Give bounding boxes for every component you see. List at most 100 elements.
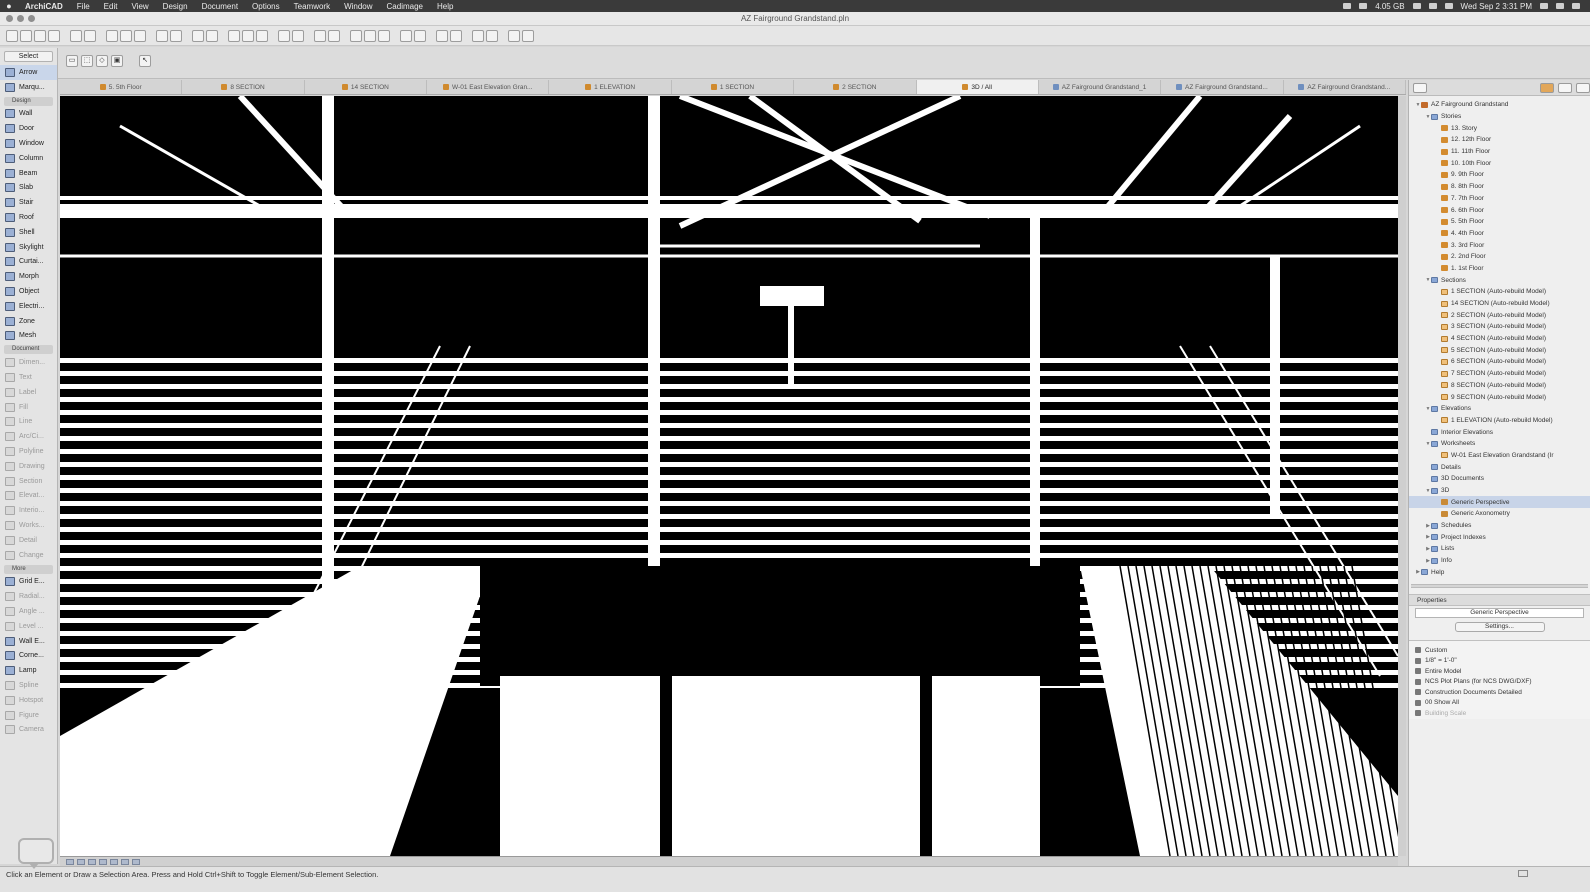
tree-item[interactable]: 5 SECTION (Auto-rebuild Model): [1409, 344, 1590, 356]
tool-figure[interactable]: Figure: [0, 708, 57, 723]
navigator-splitter[interactable]: [1411, 584, 1588, 589]
tool-zone[interactable]: Zone: [0, 314, 57, 329]
settings-icon[interactable]: [508, 29, 520, 42]
tree-item[interactable]: 10. 10th Floor: [1409, 157, 1590, 169]
view-map-icon[interactable]: [1540, 82, 1554, 93]
tree-item[interactable]: ▶ Lists: [1409, 543, 1590, 555]
camera-icon[interactable]: [364, 29, 376, 42]
tree-item[interactable]: 4. 4th Floor: [1409, 228, 1590, 240]
new-file-icon[interactable]: [6, 29, 18, 42]
tree-item[interactable]: Generic Axonometry: [1409, 508, 1590, 520]
tree-item[interactable]: 13. Story: [1409, 122, 1590, 134]
tool-elevat[interactable]: Elevat...: [0, 489, 57, 504]
layout-book-icon[interactable]: [1558, 82, 1572, 93]
tool-marqu[interactable]: Marqu...: [0, 80, 57, 95]
print-icon[interactable]: [48, 29, 60, 42]
tree-item[interactable]: ▶ Schedules: [1409, 520, 1590, 532]
grid-icon[interactable]: [242, 29, 254, 42]
view-setting-row[interactable]: Custom: [1409, 645, 1590, 656]
arrow-icon[interactable]: [156, 29, 168, 42]
tool-works[interactable]: Works...: [0, 518, 57, 533]
menu-view[interactable]: View: [124, 2, 155, 11]
menu-teamwork[interactable]: Teamwork: [287, 2, 337, 11]
view-tab[interactable]: AZ Fairground Grandstand...: [1161, 80, 1284, 94]
layer-icon[interactable]: [256, 29, 268, 42]
tool-arc-ci[interactable]: Arc/Ci...: [0, 429, 57, 444]
tool-polyline[interactable]: Polyline: [0, 444, 57, 459]
tool-interio[interactable]: Interio...: [0, 503, 57, 518]
tool-lamp[interactable]: Lamp: [0, 663, 57, 678]
tree-item[interactable]: 9 SECTION (Auto-rebuild Model): [1409, 391, 1590, 403]
tool-corne[interactable]: Corne...: [0, 648, 57, 663]
publisher-sets-icon[interactable]: [1576, 82, 1590, 93]
tree-item[interactable]: 7 SECTION (Auto-rebuild Model): [1409, 368, 1590, 380]
tool-arrow[interactable]: Arrow: [0, 65, 57, 80]
settings-button[interactable]: Settings...: [1454, 622, 1545, 633]
tree-item[interactable]: 7. 7th Floor: [1409, 193, 1590, 205]
fit-in-window-icon[interactable]: [88, 858, 96, 865]
measure-icon[interactable]: [328, 29, 340, 42]
menu-help[interactable]: Help: [430, 2, 460, 11]
pet-palette-icon[interactable]: [314, 29, 326, 42]
save-icon[interactable]: [34, 29, 46, 42]
tool-window[interactable]: Window: [0, 136, 57, 151]
zoom-in-icon[interactable]: [66, 858, 74, 865]
tree-item[interactable]: 2 SECTION (Auto-rebuild Model): [1409, 309, 1590, 321]
tree-item[interactable]: 3D Documents: [1409, 473, 1590, 485]
tree-item[interactable]: W-01 East Elevation Grandstand (Ir: [1409, 450, 1590, 462]
tree-item[interactable]: 3 SECTION (Auto-rebuild Model): [1409, 321, 1590, 333]
tree-item[interactable]: 4 SECTION (Auto-rebuild Model): [1409, 333, 1590, 345]
tool-line[interactable]: Line: [0, 415, 57, 430]
tool-wall[interactable]: Wall: [0, 107, 57, 122]
floor-plan-icon[interactable]: [414, 29, 426, 42]
menu-window[interactable]: Window: [337, 2, 379, 11]
tree-item[interactable]: 5. 5th Floor: [1409, 216, 1590, 228]
tree-item[interactable]: 1 SECTION (Auto-rebuild Model): [1409, 286, 1590, 298]
tree-item[interactable]: ▼ Sections: [1409, 274, 1590, 286]
elevation-icon[interactable]: [278, 29, 290, 42]
3d-viewport[interactable]: [60, 96, 1398, 856]
marquee-icon[interactable]: [170, 29, 182, 42]
chat-bubble-icon[interactable]: [18, 838, 54, 869]
view-setting-row[interactable]: 00 Show All: [1409, 698, 1590, 709]
tool-text[interactable]: Text: [0, 370, 57, 385]
render-icon[interactable]: [378, 29, 390, 42]
view-tab[interactable]: AZ Fairground Grandstand...: [1284, 80, 1406, 94]
tree-item[interactable]: 6 SECTION (Auto-rebuild Model): [1409, 356, 1590, 368]
menu-options[interactable]: Options: [245, 2, 287, 11]
pointer-options-icon[interactable]: ↖: [139, 55, 151, 67]
tree-item[interactable]: ▶ Info: [1409, 555, 1590, 567]
favorites-icon[interactable]: [350, 29, 362, 42]
menu-document[interactable]: Document: [195, 2, 245, 11]
tool-hotspot[interactable]: Hotspot: [0, 693, 57, 708]
view-tab[interactable]: 1 ELEVATION: [549, 80, 672, 94]
tree-item[interactable]: ▼ Elevations: [1409, 403, 1590, 415]
paste-icon[interactable]: [134, 29, 146, 42]
view-tab[interactable]: W-01 East Elevation Gran...: [427, 80, 550, 94]
select-header[interactable]: Select: [4, 51, 53, 62]
tool-label[interactable]: Label: [0, 385, 57, 400]
geometry-method-icon[interactable]: ▭: [66, 55, 78, 67]
tree-item[interactable]: ▶ Project Indexes: [1409, 531, 1590, 543]
more-group-header[interactable]: More: [4, 564, 53, 574]
next-zoom-icon[interactable]: [132, 858, 140, 865]
tool-skylight[interactable]: Skylight: [0, 240, 57, 255]
clock[interactable]: Wed Sep 2 3:31 PM: [1461, 2, 1532, 11]
tree-item[interactable]: 12. 12th Floor: [1409, 134, 1590, 146]
tool-curtai[interactable]: Curtai...: [0, 255, 57, 270]
pan-icon[interactable]: [110, 858, 118, 865]
tool-section[interactable]: Section: [0, 474, 57, 489]
tool-grid-e[interactable]: Grid E...: [0, 575, 57, 590]
view-setting-row[interactable]: Construction Documents Detailed: [1409, 687, 1590, 698]
tool-beam[interactable]: Beam: [0, 166, 57, 181]
tree-item[interactable]: ▼ Stories: [1409, 111, 1590, 123]
section-icon[interactable]: [292, 29, 304, 42]
tree-item[interactable]: Interior Elevations: [1409, 426, 1590, 438]
tool-morph[interactable]: Morph: [0, 269, 57, 284]
view-tab[interactable]: 14 SECTION: [305, 80, 428, 94]
snap-icon[interactable]: [228, 29, 240, 42]
tool-drawing[interactable]: Drawing: [0, 459, 57, 474]
view-tab[interactable]: AZ Fairground Grandstand_1: [1039, 80, 1162, 94]
tool-detail[interactable]: Detail: [0, 533, 57, 548]
dropbox-icon[interactable]: [1343, 3, 1352, 9]
